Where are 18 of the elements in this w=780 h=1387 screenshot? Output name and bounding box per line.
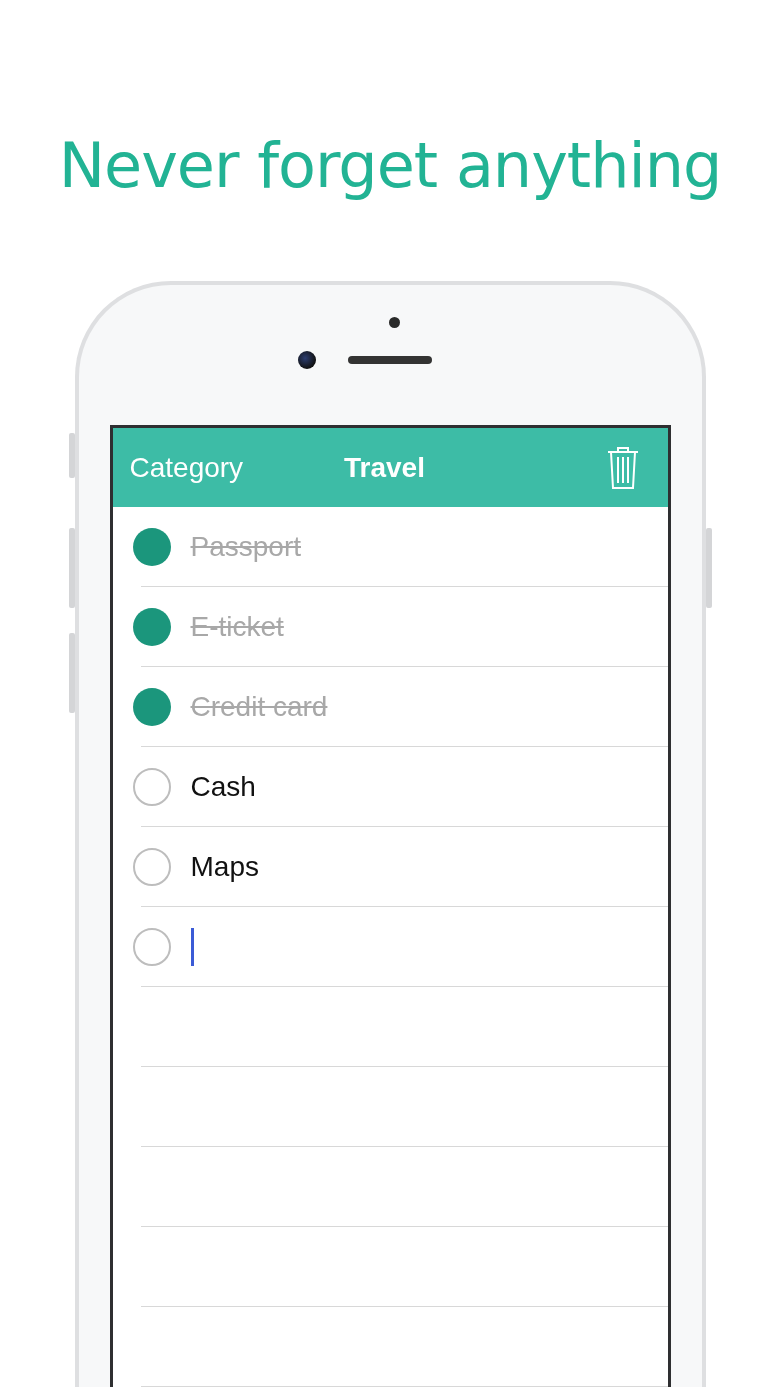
check-circle[interactable] [132,528,171,566]
trash-icon[interactable] [605,445,640,490]
speaker-icon [347,356,432,364]
item-text: E-ticket [190,611,284,643]
item-text: Credit card [190,691,328,723]
camera-icon [297,351,316,369]
headline: Never forget anything [58,128,722,204]
check-circle[interactable] [132,608,171,646]
item-text: Passport [190,531,301,563]
item-text: Cash [190,771,256,803]
check-circle[interactable] [132,688,171,726]
nav-title: Travel [344,451,425,484]
item-text: Maps [190,851,259,883]
sensor-icon [388,317,400,328]
check-circle[interactable] [132,768,171,806]
check-circle[interactable] [132,848,171,886]
check-circle[interactable] [132,928,171,966]
category-link[interactable]: Category [129,451,244,484]
